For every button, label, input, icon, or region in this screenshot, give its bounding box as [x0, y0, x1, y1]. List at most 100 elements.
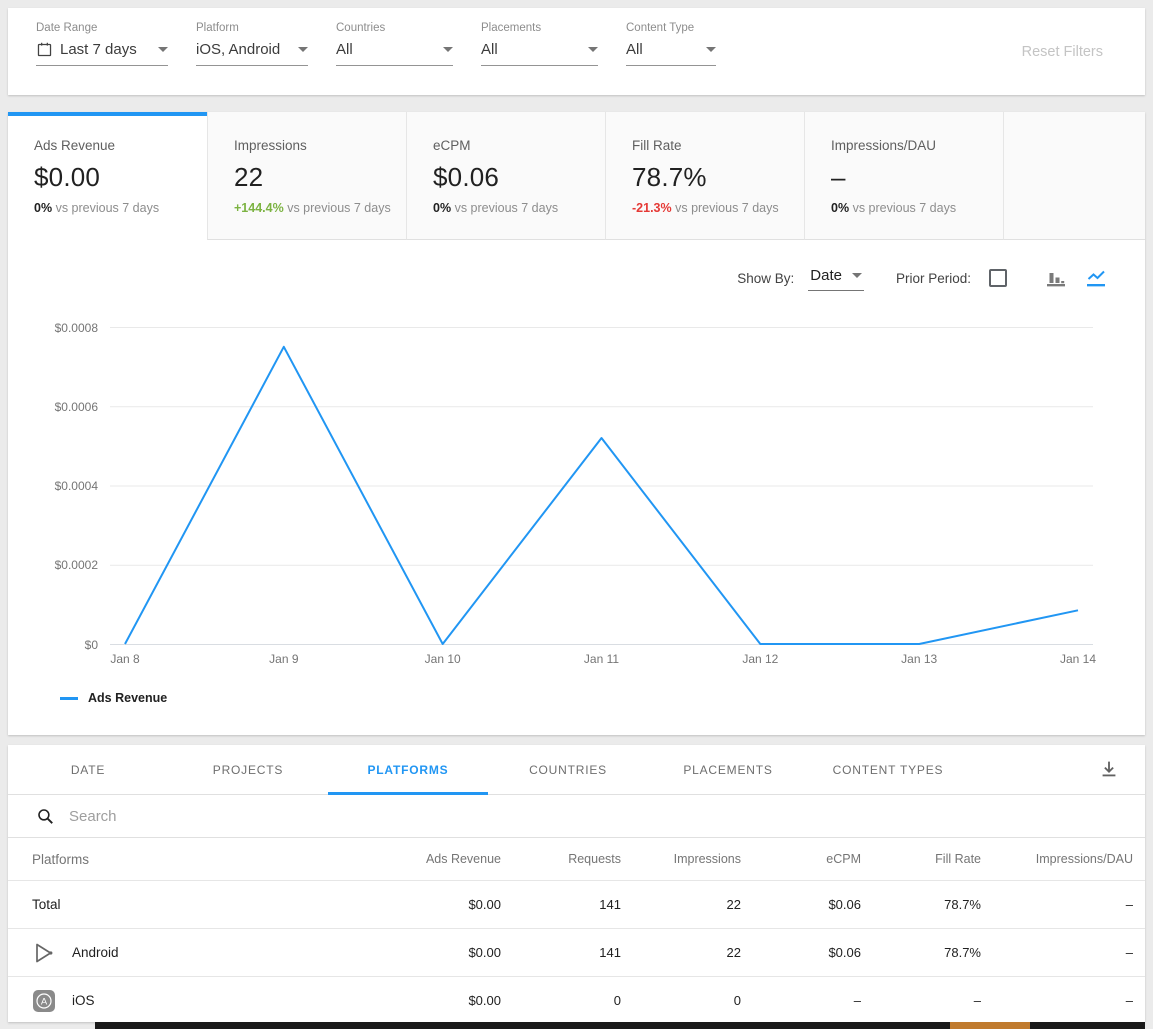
row-name: Total	[32, 897, 61, 912]
legend-label: Ads Revenue	[88, 691, 167, 705]
prior-period-checkbox[interactable]	[989, 269, 1007, 287]
table-body: PlatformsAds RevenueRequestsImpressionse…	[8, 838, 1145, 1025]
calendar-icon	[36, 41, 53, 58]
metric-label: Ads Revenue	[34, 138, 207, 153]
metric-delta-compare: vs previous 7 days	[455, 201, 559, 215]
row-value: $0.00	[391, 945, 501, 960]
metric-delta: 0% vs previous 7 days	[433, 201, 605, 215]
tab-placements[interactable]: PLACEMENTS	[648, 745, 808, 794]
chart-svg	[110, 327, 1093, 645]
row-value: –	[861, 993, 981, 1008]
column-header: Impressions/DAU	[981, 852, 1133, 866]
reset-filters-button[interactable]: Reset Filters	[1022, 44, 1103, 60]
table-tab-label: PLACEMENTS	[683, 763, 772, 777]
chevron-down-icon	[852, 273, 862, 278]
metric-label: Impressions/DAU	[831, 138, 1003, 153]
row-value: –	[981, 897, 1133, 912]
row-value: 0	[621, 993, 741, 1008]
table-tab-label: PLATFORMS	[368, 763, 449, 777]
table-tab-label: DATE	[71, 763, 105, 777]
row-value: $0.06	[741, 897, 861, 912]
line-chart-toggle-icon[interactable]	[1083, 266, 1109, 290]
y-axis-tick-label: $0.0004	[55, 479, 98, 493]
filter-control[interactable]: Platform iOS, Android	[196, 22, 308, 66]
x-axis-tick-label: Jan 9	[269, 652, 298, 666]
filter-label: Placements	[481, 22, 598, 34]
column-header: Fill Rate	[861, 852, 981, 866]
x-axis-tick-label: Jan 8	[110, 652, 139, 666]
table-tab-label: COUNTRIES	[529, 763, 607, 777]
search-icon	[36, 807, 55, 826]
row-value: $0.00	[391, 897, 501, 912]
metric-row-filler	[1003, 112, 1145, 240]
column-header: Requests	[501, 852, 621, 866]
prior-period-label: Prior Period:	[896, 271, 971, 286]
row-value: –	[981, 993, 1133, 1008]
filter-list: Date Range Last 7 days Platform iOS, And…	[8, 8, 1145, 66]
table-header-row: PlatformsAds RevenueRequestsImpressionse…	[8, 838, 1145, 881]
show-by-dropdown[interactable]: Date	[808, 265, 864, 291]
table-tab-label: PROJECTS	[213, 763, 283, 777]
metric-tab-impressions-dau[interactable]: Impressions/DAU – 0% vs previous 7 days	[804, 112, 1003, 240]
tab-date[interactable]: DATE	[8, 745, 168, 794]
row-name: iOS	[72, 993, 95, 1008]
x-axis-tick-label: Jan 10	[425, 652, 461, 666]
tab-content-types[interactable]: CONTENT TYPES	[808, 745, 968, 794]
metric-delta-value: 0%	[433, 201, 451, 215]
table-row[interactable]: Android$0.0014122$0.0678.7%–	[8, 929, 1145, 977]
revenue-line-chart: $0.0008$0.0006$0.0004$0.0002$0 Jan 8Jan …	[8, 327, 1145, 645]
filter-label: Platform	[196, 22, 308, 34]
tab-platforms[interactable]: PLATFORMS	[328, 745, 488, 794]
metric-delta-compare: vs previous 7 days	[287, 201, 391, 215]
metric-tab-impressions[interactable]: Impressions 22 +144.4% vs previous 7 day…	[207, 112, 406, 240]
metric-value: 22	[234, 162, 406, 193]
chevron-down-icon	[443, 47, 453, 52]
metric-tab-fill-rate[interactable]: Fill Rate 78.7% -21.3% vs previous 7 day…	[605, 112, 804, 240]
bar-chart-toggle-icon[interactable]	[1043, 266, 1069, 290]
table-tabs: DATE PROJECTS PLATFORMS COUNTRIES PLACEMENTS…	[8, 745, 1145, 795]
column-header: Impressions	[621, 852, 741, 866]
x-axis-tick-label: Jan 13	[901, 652, 937, 666]
metric-delta-value: -21.3%	[632, 201, 672, 215]
metric-delta-compare: vs previous 7 days	[56, 201, 160, 215]
row-value: 0	[501, 993, 621, 1008]
tab-countries[interactable]: COUNTRIES	[488, 745, 648, 794]
download-icon[interactable]	[1097, 758, 1121, 782]
metric-label: Impressions	[234, 138, 406, 153]
y-axis-tick-label: $0	[85, 638, 98, 652]
breakdown-table-card: DATE PROJECTS PLATFORMS COUNTRIES PLACEMENTS…	[8, 745, 1145, 1022]
column-header: Platforms	[32, 852, 391, 867]
search-input[interactable]	[69, 808, 1145, 825]
filter-control[interactable]: Placements All	[481, 22, 598, 66]
filter-bar: Date Range Last 7 days Platform iOS, And…	[8, 8, 1145, 95]
metric-value: $0.06	[433, 162, 605, 193]
metric-tab-ads-revenue[interactable]: Ads Revenue $0.00 0% vs previous 7 days	[8, 112, 207, 240]
table-row[interactable]: Total$0.0014122$0.0678.7%–	[8, 881, 1145, 929]
metric-delta-value: 0%	[831, 201, 849, 215]
table-row[interactable]: AiOS$0.0000–––	[8, 977, 1145, 1025]
chart-y-axis: $0.0008$0.0006$0.0004$0.0002$0	[16, 327, 110, 645]
filter-label: Content Type	[626, 22, 716, 34]
tab-projects[interactable]: PROJECTS	[168, 745, 328, 794]
chart-plot-area[interactable]: Jan 8Jan 9Jan 10Jan 11Jan 12Jan 13Jan 14	[110, 327, 1093, 645]
filter-label: Date Range	[36, 22, 168, 34]
row-value: –	[741, 993, 861, 1008]
metric-delta: 0% vs previous 7 days	[34, 201, 207, 215]
chart-card: Ads Revenue $0.00 0% vs previous 7 days …	[8, 112, 1145, 735]
row-value: –	[981, 945, 1133, 960]
row-value: 22	[621, 945, 741, 960]
metric-delta-value: 0%	[34, 201, 52, 215]
metric-value: 78.7%	[632, 162, 804, 193]
metric-tabs-row: Ads Revenue $0.00 0% vs previous 7 days …	[8, 112, 1145, 240]
metric-delta: 0% vs previous 7 days	[831, 201, 1003, 215]
y-axis-tick-label: $0.0002	[55, 558, 98, 572]
row-value: $0.00	[391, 993, 501, 1008]
filter-control[interactable]: Countries All	[336, 22, 453, 66]
filter-control[interactable]: Content Type All	[626, 22, 716, 66]
metric-tab-ecpm[interactable]: eCPM $0.06 0% vs previous 7 days	[406, 112, 605, 240]
show-by-label: Show By:	[737, 271, 794, 286]
metric-delta: +144.4% vs previous 7 days	[234, 201, 406, 215]
filter-control[interactable]: Date Range Last 7 days	[36, 22, 168, 66]
row-value: 22	[621, 897, 741, 912]
x-axis-tick-label: Jan 14	[1060, 652, 1096, 666]
